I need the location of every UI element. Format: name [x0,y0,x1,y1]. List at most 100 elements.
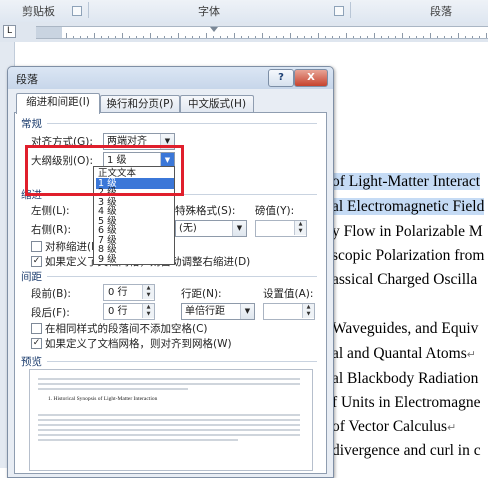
snap-to-grid-checkbox[interactable]: ✓ [31,338,42,349]
ruler-tick [171,36,172,38]
ruler-tick [199,36,200,38]
document-line[interactable]: Waveguides, and Equiv [332,320,478,338]
indent-right-label: 右侧(R): [31,224,72,236]
document-line[interactable]: of Vector Calculus↵ [332,418,456,436]
spin-up-icon[interactable]: ▲ [294,221,306,228]
tab-selector-icon[interactable]: L [3,25,16,38]
line-spacing-select[interactable]: 单倍行距 ▼ [181,303,255,320]
document-line-text: al Electromagnetic Field [332,198,485,215]
document-line[interactable]: y Flow in Polarizable M [332,223,483,241]
document-line[interactable]: of Light-Matter Interact [332,173,481,191]
spin-up-icon[interactable]: ▲ [142,285,154,292]
special-format-label: 特殊格式(S): [175,205,236,217]
ruler-tick [234,33,235,38]
ruler-tick [325,36,326,38]
spin-down-icon[interactable]: ▼ [142,311,154,318]
line-spacing-label: 行距(N): [181,288,222,300]
document-line-text: f Units in Electromagne [332,394,481,411]
ruler-tick [353,36,354,38]
ruler-tick [479,36,480,38]
close-button[interactable]: X [294,69,328,87]
document-line-text: divergence and curl in c [332,442,481,459]
ruler-tick [458,33,459,38]
document-line[interactable]: scopic Polarization from [332,247,484,265]
ruler-tick [241,36,242,38]
chevron-down-icon[interactable]: ▼ [240,304,254,319]
section-spacing: 间距 [21,271,42,283]
dialog-titlebar[interactable]: 段落 ? X [8,67,333,89]
ruler-tick [437,36,438,38]
document-line[interactable]: al and Quantal Atoms↵ [332,345,476,363]
paragraph-preview: 1. Historical Synopsis of Light-Matter I… [29,369,313,471]
chevron-down-icon[interactable]: ▼ [232,221,246,236]
ruler-tick [269,36,270,38]
ruler-tick [248,36,249,38]
preview-line [38,424,300,426]
tab-line-page-breaks[interactable]: 换行和分页(P) [100,95,180,113]
space-before-value: 0 行 [108,287,128,298]
preview-line [38,378,300,380]
highlight-annotation [25,145,184,196]
ruler-margin [36,27,62,38]
ruler-tick [122,33,123,38]
document-line[interactable]: f Units in Electromagne [332,394,481,412]
auto-right-indent-checkbox[interactable]: ✓ [31,256,42,267]
tab-asian-typography[interactable]: 中文版式(H) [180,95,254,113]
preview-line [38,429,300,431]
line-spacing-at-input[interactable]: ▲ ▼ [263,303,315,320]
no-space-same-style-label: 在相同样式的段落间不添加空格(C) [45,323,208,335]
line-spacing-value: 单倍行距 [185,306,225,317]
document-line[interactable]: divergence and curl in c [332,442,481,460]
ruler-tick [367,36,368,38]
preview-line [38,434,300,436]
ruler-tick [73,36,74,38]
spin-down-icon[interactable]: ▼ [302,311,314,318]
ruler-tick [304,36,305,38]
section-preview: 预览 [21,356,42,368]
spin-up-icon[interactable]: ▲ [142,304,154,311]
spin-down-icon[interactable]: ▼ [142,292,154,299]
space-before-label: 段前(B): [31,288,71,300]
space-after-input[interactable]: 0 行 ▲ ▼ [103,303,155,320]
ruler-tick [409,36,410,38]
font-launcher-icon[interactable] [334,6,344,16]
special-format-value: (无) [179,223,197,234]
document-line-text: of Light-Matter Interact [332,173,481,190]
space-before-input[interactable]: 0 行 ▲ ▼ [103,284,155,301]
document-line[interactable]: assical Charged Oscilla [332,271,477,289]
indent-by-input[interactable]: ▲ ▼ [255,220,307,237]
document-line[interactable]: al Blackbody Radiation [332,370,478,388]
mirror-indent-checkbox[interactable] [31,241,42,252]
ruler-tick [157,36,158,38]
document-line[interactable]: al Electromagnetic Field [332,198,485,216]
document-line-text: y Flow in Polarizable M [332,223,483,240]
ruler-tick [136,36,137,38]
ruler-tick [346,33,347,38]
preview-line [38,439,238,441]
ruler-tick [213,36,214,38]
section-rule [47,123,317,124]
outline-option[interactable]: 9 级 [96,254,174,265]
horizontal-ruler[interactable] [0,22,488,43]
ruler-tick [220,36,221,38]
spin-up-icon[interactable]: ▲ [302,304,314,311]
tab-indent-spacing[interactable]: 缩进和间距(I) [16,93,100,114]
spin-down-icon[interactable]: ▼ [294,228,306,235]
ruler-scale[interactable] [36,26,488,39]
ruler-tick [262,33,263,38]
paragraph-mark-icon: ↵ [466,349,476,361]
ruler-tick [143,36,144,38]
ribbon-group-font: 字体 [198,5,220,18]
help-button[interactable]: ? [268,69,294,87]
ruler-tick [206,33,207,38]
clipboard-launcher-icon[interactable] [72,6,82,16]
indent-marker-icon[interactable] [210,27,218,32]
ruler-tick [66,33,67,38]
ruler-tick [451,36,452,38]
ruler-tick [318,33,319,38]
ruler-tick [255,36,256,38]
special-format-select[interactable]: (无) ▼ [175,220,247,237]
ruler-tick [276,36,277,38]
indent-left-label: 左侧(L): [31,205,70,217]
no-space-same-style-checkbox[interactable] [31,323,42,334]
